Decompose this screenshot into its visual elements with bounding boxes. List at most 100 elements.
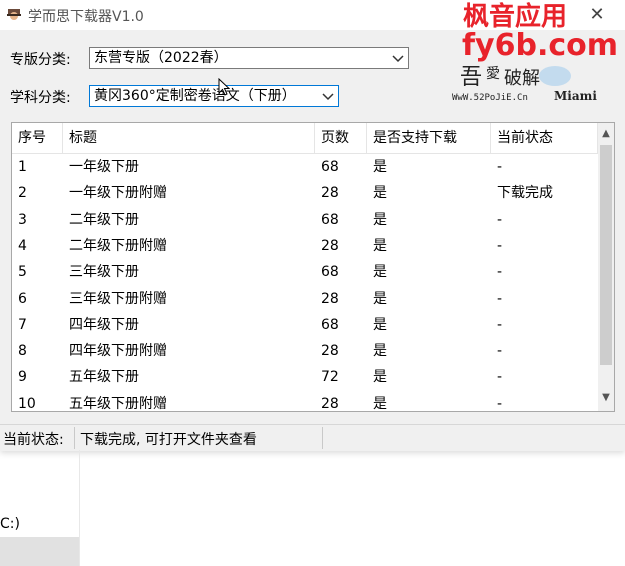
title-bar[interactable]: 学而思下载器V1.0 枫音应用 ✕ <box>0 0 625 32</box>
edition-label: 专版分类: <box>10 52 71 68</box>
scroll-down-icon[interactable]: ▼ <box>598 389 614 407</box>
cell-status: - <box>497 395 503 412</box>
cell-downloadable: 是 <box>373 237 387 254</box>
table-row[interactable]: 3 二年级下册 68 是 - <box>12 207 598 233</box>
cell-index: 2 <box>18 185 27 202</box>
column-header-pages[interactable]: 页数 <box>315 123 367 153</box>
close-button[interactable]: ✕ <box>586 4 608 26</box>
column-header-downloadable[interactable]: 是否支持下载 <box>367 123 491 153</box>
background-divider <box>79 450 80 566</box>
cell-index: 5 <box>18 264 27 281</box>
cell-downloadable: 是 <box>373 185 387 202</box>
cell-downloadable: 是 <box>373 159 387 175</box>
cell-pages: 28 <box>321 343 339 360</box>
list-header: 序号 标题 页数 是否支持下载 当前状态 <box>12 123 598 154</box>
cell-downloadable: 是 <box>373 316 387 333</box>
cell-title: 五年级下册 <box>69 369 139 386</box>
cell-downloadable: 是 <box>373 264 387 281</box>
chevron-down-icon <box>322 93 334 101</box>
table-row[interactable]: 8 四年级下册附赠 28 是 - <box>12 338 598 364</box>
table-row[interactable]: 9 五年级下册 72 是 - <box>12 364 598 390</box>
cell-title: 四年级下册 <box>69 316 139 333</box>
cell-index: 10 <box>18 395 36 412</box>
table-row[interactable]: 4 二年级下册附赠 28 是 - <box>12 233 598 259</box>
cell-index: 7 <box>18 316 27 333</box>
close-icon: ✕ <box>589 4 605 25</box>
cell-index: 1 <box>18 159 27 175</box>
svg-text:吾: 吾 <box>460 65 482 90</box>
svg-text:破解: 破解 <box>504 68 540 89</box>
table-row[interactable]: 6 三年级下册附赠 28 是 - <box>12 286 598 312</box>
svg-text:愛: 愛 <box>486 66 500 82</box>
cell-status: - <box>497 343 503 360</box>
cell-status: 下载完成 <box>497 185 553 202</box>
cell-index: 4 <box>18 237 27 254</box>
cell-pages: 28 <box>321 290 339 307</box>
cell-status: - <box>497 211 503 228</box>
cell-title: 三年级下册 <box>69 264 139 281</box>
cell-title: 一年级下册 <box>69 159 139 175</box>
background-panel <box>0 537 79 566</box>
cell-pages: 28 <box>321 395 339 412</box>
scroll-up-icon[interactable]: ▲ <box>598 125 614 143</box>
column-header-index[interactable]: 序号 <box>12 123 63 153</box>
cell-status: - <box>497 316 503 333</box>
edition-value: 东营专版（2022春） <box>94 50 228 66</box>
cell-downloadable: 是 <box>373 369 387 386</box>
cell-status: - <box>497 369 503 386</box>
svg-text:Miami: Miami <box>554 89 597 103</box>
cell-title: 二年级下册附赠 <box>69 237 167 254</box>
cell-index: 9 <box>18 369 27 386</box>
cell-title: 二年级下册 <box>69 211 139 228</box>
table-row[interactable]: 1 一年级下册 68 是 - <box>12 154 598 180</box>
status-divider <box>74 427 75 449</box>
table-row[interactable]: 10 五年级下册附赠 28 是 - <box>12 391 598 412</box>
cell-downloadable: 是 <box>373 211 387 228</box>
chevron-down-icon <box>392 55 404 63</box>
table-row[interactable]: 2 一年级下册附赠 28 是 下载完成 <box>12 180 598 206</box>
cell-pages: 28 <box>321 185 339 202</box>
main-window: 学而思下载器V1.0 枫音应用 ✕ fy6b.com 吾 愛 破解 WwW.52… <box>0 0 625 451</box>
cell-title: 三年级下册附赠 <box>69 290 167 307</box>
cell-status: - <box>497 159 503 175</box>
cell-pages: 68 <box>321 264 339 281</box>
book-list[interactable]: 序号 标题 页数 是否支持下载 当前状态 1 一年级下册 68 是 -2 一年级下册附赠 2… <box>11 122 615 412</box>
cell-pages: 72 <box>321 369 339 386</box>
cell-status: - <box>497 237 503 254</box>
cell-pages: 28 <box>321 237 339 254</box>
vertical-scrollbar[interactable]: ▲ ▼ <box>598 123 614 411</box>
cell-status: - <box>497 290 503 307</box>
column-header-title[interactable]: 标题 <box>63 123 315 153</box>
cell-downloadable: 是 <box>373 395 387 412</box>
52pojie-logo: 吾 愛 破解 WwW.52PoJiE.Cn Miami <box>452 65 597 103</box>
table-row[interactable]: 7 四年级下册 68 是 - <box>12 312 598 338</box>
cell-title: 四年级下册附赠 <box>69 343 167 360</box>
mouse-cursor-icon <box>218 78 230 96</box>
subject-value: 黄冈360°定制密卷语文（下册） <box>94 88 296 104</box>
status-divider <box>322 427 323 449</box>
background-fragment-text: C:) <box>0 516 20 532</box>
subject-label: 学科分类: <box>10 90 71 106</box>
cell-title: 五年级下册附赠 <box>69 395 167 412</box>
status-bar: 当前状态: 下载完成, 可打开文件夹查看 <box>0 424 625 451</box>
cell-index: 6 <box>18 290 27 307</box>
svg-text:WwW.52PoJiE.Cn: WwW.52PoJiE.Cn <box>452 93 528 103</box>
cell-pages: 68 <box>321 159 339 175</box>
scroll-thumb[interactable] <box>600 145 612 365</box>
cell-index: 8 <box>18 343 27 360</box>
edition-select[interactable]: 东营专版（2022春） <box>89 47 409 69</box>
window-title: 学而思下载器V1.0 <box>28 9 144 25</box>
hat-icon <box>7 9 21 20</box>
cell-downloadable: 是 <box>373 343 387 360</box>
table-row[interactable]: 5 三年级下册 68 是 - <box>12 259 598 285</box>
column-header-status[interactable]: 当前状态 <box>491 123 598 153</box>
cell-title: 一年级下册附赠 <box>69 185 167 202</box>
subject-select[interactable]: 黄冈360°定制密卷语文（下册） <box>89 85 339 107</box>
cell-pages: 68 <box>321 211 339 228</box>
status-value: 下载完成, 可打开文件夹查看 <box>80 432 257 448</box>
cell-index: 3 <box>18 211 27 228</box>
status-label: 当前状态: <box>3 432 64 448</box>
cell-status: - <box>497 264 503 281</box>
cell-pages: 68 <box>321 316 339 333</box>
cell-downloadable: 是 <box>373 290 387 307</box>
